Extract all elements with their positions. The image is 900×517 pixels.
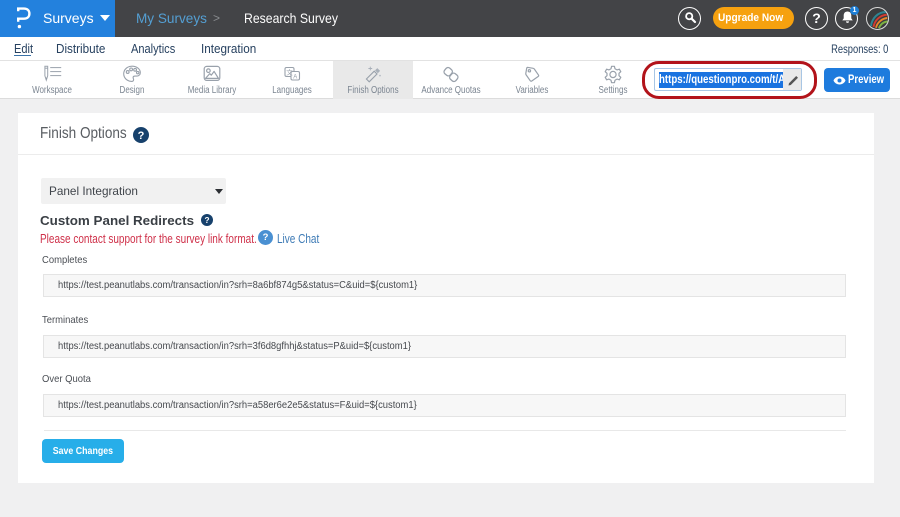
svg-text:?: ? <box>204 216 209 225</box>
svg-text:文: 文 <box>286 68 293 77</box>
svg-text:A: A <box>293 74 297 80</box>
svg-text:?: ? <box>138 130 145 142</box>
